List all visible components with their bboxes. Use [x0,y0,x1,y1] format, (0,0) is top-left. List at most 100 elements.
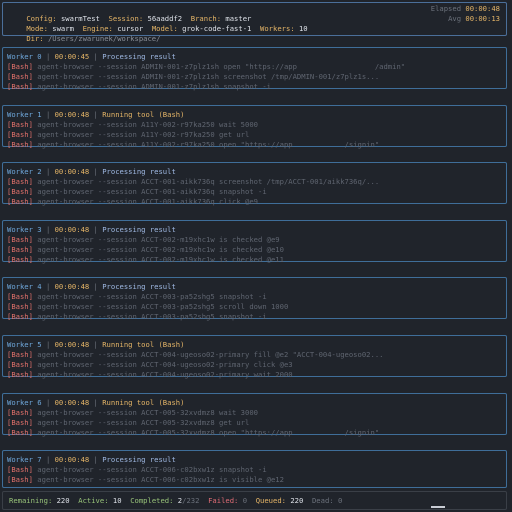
log-line: [Bash] agent-browser --session ACCT-005-… [7,428,502,438]
worker-status: Processing result [102,167,176,176]
worker-title: Worker 2 | 00:00:48 | Processing result [7,167,502,177]
header-row-mode: Mode: swarm Engine: cursor Model: grok-c… [9,14,500,33]
log-command: agent-browser --session ACCT-001-aikk736… [37,177,380,186]
bash-tag: [Bash] [7,62,33,71]
title-separator: | [41,398,55,407]
avg-label: Avg [448,14,462,23]
log-line: [Bash] agent-browser --session ACCT-006-… [7,475,502,485]
dead-value: 0 [337,496,343,505]
bash-tag: [Bash] [7,235,33,244]
worker-time: 00:00:48 [54,225,90,234]
bash-tag: [Bash] [7,140,33,149]
log-line: [Bash] agent-browser --session ADMIN-001… [7,82,502,92]
title-separator: | [89,110,103,119]
elapsed-readout: Elapsed 00:00:48 [431,4,500,14]
session-header: Config: swarmTest Session: 56aaddf2 Bran… [2,2,507,43]
worker-time: 00:00:48 [54,167,90,176]
worker-title: Worker 4 | 00:00:48 | Processing result [7,282,502,292]
worker-status: Processing result [102,225,176,234]
bash-tag: [Bash] [7,360,33,369]
log-command: agent-browser --session ACCT-006-c02bxw1… [37,465,267,474]
active-label: Active: [78,496,109,505]
log-line: [Bash] agent-browser --session ADMIN-001… [7,72,502,82]
title-separator: | [89,455,103,464]
queued-label: Queued: [255,496,286,505]
worker-status: Running tool (Bash) [102,340,185,349]
log-command: agent-browser --session ACCT-003-pa52shg… [37,292,267,301]
log-line: [Bash] agent-browser --session ACCT-001-… [7,187,502,197]
completed-total: /232 [182,496,200,505]
log-command: agent-browser --session ACCT-002-m19xhc1… [37,255,284,264]
bash-tag: [Bash] [7,312,33,321]
title-separator: | [89,52,103,61]
title-separator: | [41,52,55,61]
title-separator: | [41,455,55,464]
worker-status: Running tool (Bash) [102,398,185,407]
avg-value: 00:00:13 [465,14,500,23]
worker-title: Worker 7 | 00:00:48 | Processing result [7,455,502,465]
title-separator: | [89,398,103,407]
log-line: [Bash] agent-browser --session ACCT-005-… [7,418,502,428]
elapsed-value: 00:00:48 [465,4,500,13]
worker-name: Worker 0 [7,52,42,61]
log-command: agent-browser --session ACCT-004-ugeoso0… [37,350,384,359]
log-command: agent-browser --session A11Y-002-r97ka25… [37,140,380,149]
log-command: agent-browser --session ACCT-004-ugeoso0… [37,360,293,369]
worker-title: Worker 0 | 00:00:45 | Processing result [7,52,502,62]
worker-status: Processing result [102,52,176,61]
log-command: agent-browser --session A11Y-002-r97ka25… [37,120,258,129]
bash-tag: [Bash] [7,197,33,206]
queued-value: 220 [290,496,304,505]
worker-title: Worker 6 | 00:00:48 | Running tool (Bash… [7,398,502,408]
log-line: [Bash] agent-browser --session ACCT-004-… [7,370,502,380]
completed-label: Completed: [130,496,174,505]
terminal-cursor [431,506,445,508]
log-command: agent-browser --session ACCT-002-m19xhc1… [37,235,280,244]
worker-panel: Worker 3 | 00:00:48 | Processing result[… [2,220,507,264]
bash-tag: [Bash] [7,255,33,264]
worker-panel: Worker 2 | 00:00:48 | Processing result[… [2,162,507,207]
bash-tag: [Bash] [7,350,33,359]
log-command: agent-browser --session ACCT-005-32xvdmz… [37,408,258,417]
worker-panel: Worker 1 | 00:00:48 | Running tool (Bash… [2,105,507,149]
log-line: [Bash] agent-browser --session ACCT-002-… [7,245,502,255]
avg-readout: Avg 00:00:13 [448,14,500,24]
log-line: [Bash] agent-browser --session ACCT-004-… [7,350,502,360]
worker-title: Worker 3 | 00:00:48 | Processing result [7,225,502,235]
log-line: [Bash] agent-browser --session ADMIN-001… [7,62,502,72]
header-row-config: Config: swarmTest Session: 56aaddf2 Bran… [9,4,500,23]
log-command: agent-browser --session ACCT-005-32xvdmz… [37,418,250,427]
worker-name: Worker 4 [7,282,42,291]
title-separator: | [89,167,103,176]
bash-tag: [Bash] [7,120,33,129]
worker-panel: Worker 0 | 00:00:45 | Processing result[… [2,47,507,92]
dir-value: /Users/zwarunek/workspace/ [47,34,161,43]
bash-tag: [Bash] [7,465,33,474]
remaining-label: Remaining: [9,496,53,505]
log-command: agent-browser --session ACCT-003-pa52shg… [37,302,289,311]
worker-name: Worker 7 [7,455,42,464]
dir-label: Dir: [26,34,44,43]
log-line: [Bash] agent-browser --session A11Y-002-… [7,130,502,140]
failed-label: Failed: [208,496,239,505]
title-separator: | [41,167,55,176]
log-line: [Bash] agent-browser --session ACCT-003-… [7,302,502,312]
log-line: [Bash] agent-browser --session ACCT-003-… [7,292,502,302]
worker-title: Worker 5 | 00:00:48 | Running tool (Bash… [7,340,502,350]
worker-status: Processing result [102,455,176,464]
bash-tag: [Bash] [7,177,33,186]
failed-value: 0 [242,496,248,505]
bash-tag: [Bash] [7,72,33,81]
bash-tag: [Bash] [7,82,33,91]
title-separator: | [41,110,55,119]
worker-time: 00:00:45 [54,52,90,61]
log-line: [Bash] agent-browser --session ACCT-001-… [7,197,502,207]
log-command: agent-browser --session ADMIN-001-z7plz1… [37,82,271,91]
log-line: [Bash] agent-browser --session A11Y-002-… [7,120,502,130]
log-command: agent-browser --session ACCT-001-aikk736… [37,187,267,196]
worker-time: 00:00:48 [54,398,90,407]
header-row-dir: Dir: /Users/zwarunek/workspace/ [9,24,500,43]
worker-status: Processing result [102,282,176,291]
worker-panel: Worker 5 | 00:00:48 | Running tool (Bash… [2,335,507,380]
worker-time: 00:00:48 [54,340,90,349]
